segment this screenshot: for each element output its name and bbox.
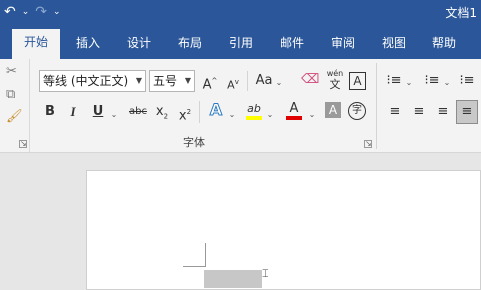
highlight-color-button[interactable]: ab — [244, 100, 264, 122]
undo-icon[interactable]: ↶ — [4, 3, 16, 21]
font-size-combo[interactable]: 五号 ▼ — [149, 70, 195, 92]
grow-font-label: A — [202, 77, 212, 93]
tab-help[interactable]: 帮助 — [432, 33, 456, 59]
align-right-icon[interactable]: ≡ — [435, 103, 451, 121]
chevron-down-icon: ▼ — [184, 76, 191, 85]
quick-access-toolbar: ↶ ⌄ ↷ ⌄ — [4, 3, 61, 21]
chevron-down-icon[interactable]: ⌄ — [405, 74, 413, 92]
cut-icon[interactable]: ✂ — [6, 64, 17, 79]
shrink-font-label: A — [227, 78, 235, 92]
clipboard-group: ✂ ⧉ 🖌 ↘ — [0, 59, 30, 153]
text-cursor-icon: ⌶ — [262, 267, 269, 280]
ribbon-home: ✂ ⧉ 🖌 ↘ 等线 (中文正文) ▼ 五号 ▼ A^ Av Aa ⌄ ⌫ wé… — [0, 59, 481, 153]
enclose-characters-button[interactable]: 字 — [348, 102, 366, 120]
subscript-label: x — [155, 104, 164, 119]
underline-button[interactable]: U — [91, 103, 105, 121]
title-bar: ↶ ⌄ ↷ ⌄ 文档1 — [0, 0, 481, 27]
character-shading-button[interactable]: A — [325, 102, 341, 118]
strikethrough-button[interactable]: abc — [127, 103, 149, 121]
highlight-label: ab — [247, 102, 261, 115]
shrink-arrow-icon: v — [234, 78, 239, 86]
chevron-down-icon[interactable]: ⌄ — [275, 74, 283, 92]
chevron-down-icon[interactable]: ⌄ — [308, 106, 316, 124]
align-center-icon[interactable]: ≡ — [411, 103, 427, 121]
clear-formatting-icon[interactable]: ⌫ — [301, 71, 319, 89]
format-painter-icon[interactable]: 🖌 — [6, 109, 23, 124]
ribbon-tabs: 开始 插入 设计 布局 引用 邮件 审阅 视图 帮助 — [0, 27, 481, 59]
font-color-label: A — [289, 101, 299, 116]
text-selection[interactable] — [204, 270, 262, 288]
tab-design[interactable]: 设计 — [127, 33, 151, 59]
bold-button[interactable]: B — [43, 103, 57, 121]
font-size-value: 五号 — [153, 74, 178, 88]
justify-icon[interactable]: ≡ — [456, 100, 478, 124]
multilevel-list-icon[interactable]: ⁝≡ — [459, 72, 475, 90]
tab-home[interactable]: 开始 — [12, 29, 61, 59]
divider — [376, 63, 377, 149]
align-left-icon[interactable]: ≡ — [387, 103, 403, 121]
superscript-button[interactable]: x2 — [177, 103, 193, 125]
tab-view[interactable]: 视图 — [382, 33, 406, 59]
highlight-swatch — [246, 116, 262, 120]
font-color-swatch — [286, 116, 302, 120]
chevron-down-icon[interactable]: ⌄ — [266, 106, 274, 124]
font-dialog-launcher-icon[interactable]: ↘ — [364, 140, 372, 148]
italic-button[interactable]: I — [66, 103, 80, 121]
chevron-down-icon[interactable]: ⌄ — [110, 106, 118, 124]
shrink-font-button[interactable]: Av — [225, 73, 241, 95]
document-title: 文档1 — [445, 6, 477, 20]
divider — [247, 71, 248, 91]
text-effects-button[interactable]: A — [207, 100, 225, 119]
chevron-down-icon[interactable]: ⌄ — [228, 106, 236, 124]
font-name-combo[interactable]: 等线 (中文正文) ▼ — [39, 70, 146, 92]
margin-corner-mark — [183, 266, 205, 267]
tab-review[interactable]: 审阅 — [331, 33, 355, 59]
phonetic-guide-button[interactable]: wén 文 — [325, 68, 345, 90]
undo-dropdown-icon[interactable]: ⌄ — [22, 3, 30, 21]
tab-mailings[interactable]: 邮件 — [280, 33, 304, 59]
superscript-label: x — [178, 108, 187, 124]
redo-icon[interactable]: ↷ — [35, 3, 47, 21]
character-border-button[interactable]: A — [349, 72, 366, 90]
document-page[interactable]: ⌶ — [86, 170, 481, 290]
font-group-label: 字体 — [183, 136, 205, 149]
font-name-value: 等线 (中文正文) — [43, 74, 129, 88]
tab-layout[interactable]: 布局 — [178, 33, 202, 59]
subscript-mark: 2 — [163, 112, 169, 121]
subscript-button[interactable]: x2 — [154, 103, 170, 126]
customize-qat-icon[interactable]: ⌄ — [53, 3, 61, 21]
change-case-button[interactable]: Aa — [254, 72, 274, 90]
chevron-down-icon[interactable]: ⌄ — [443, 74, 451, 92]
tab-insert[interactable]: 插入 — [76, 33, 100, 59]
chevron-down-icon: ▼ — [135, 76, 142, 85]
clipboard-launcher-icon[interactable]: ↘ — [19, 140, 27, 148]
grow-arrow-icon: ^ — [211, 77, 218, 85]
copy-icon[interactable]: ⧉ — [6, 87, 15, 102]
divider — [199, 101, 200, 123]
font-color-button[interactable]: A — [284, 100, 304, 122]
margin-corner-mark — [205, 243, 206, 267]
bullets-icon[interactable]: ⁝≡ — [386, 72, 402, 90]
phonetic-bottom-label: 文 — [329, 78, 341, 91]
numbering-icon[interactable]: ⁝≡ — [424, 72, 440, 90]
superscript-mark: 2 — [186, 108, 192, 116]
tab-references[interactable]: 引用 — [229, 33, 253, 59]
grow-font-button[interactable]: A^ — [202, 72, 218, 94]
